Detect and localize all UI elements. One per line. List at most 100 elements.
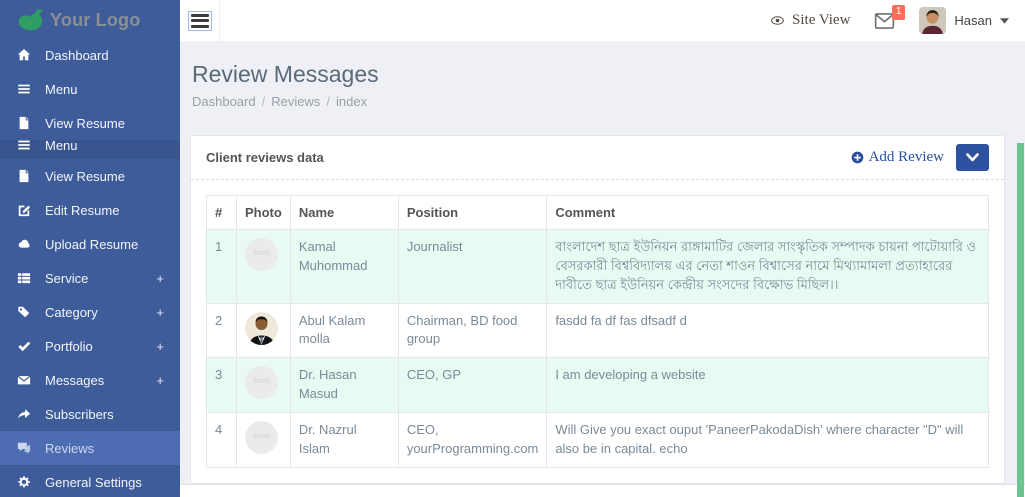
comments-icon <box>16 440 32 456</box>
breadcrumb: Dashboard/Reviews/index <box>192 94 1005 109</box>
sidebar-item-messages[interactable]: Messages+ <box>0 363 180 397</box>
sidebar-item-label: Edit Resume <box>45 203 180 218</box>
main-content: Review Messages Dashboard/Reviews/index … <box>180 41 1025 484</box>
cell-position: Journalist <box>398 230 546 304</box>
bars-icon <box>16 140 32 153</box>
breadcrumb-dashboard[interactable]: Dashboard <box>192 94 256 109</box>
breadcrumb-index: index <box>336 94 367 109</box>
column-header-photo: Photo <box>237 196 291 230</box>
sidebar-item-menu[interactable]: Menu <box>0 72 180 106</box>
rabbit-logo-icon <box>14 8 44 34</box>
sidebar: Your Logo Dashboard Menu View Resume Menu Vi… <box>0 0 180 497</box>
vertical-scrollbar[interactable] <box>1017 143 1024 497</box>
cell-name: Dr. Hasan Masud <box>290 358 398 413</box>
sidebar-item-label: View Resume <box>45 169 180 184</box>
sidebar-item-label: Messages <box>45 373 156 388</box>
cell-comment: বাংলাদেশ ছাত্র ইউনিয়ন রাঙ্গামাটির জেলার… <box>547 230 989 304</box>
messages-button[interactable]: 1 <box>874 13 895 29</box>
expand-plus-icon: + <box>156 305 164 320</box>
bars-icon <box>16 81 32 97</box>
table-row: 2 Abul Kalam mollaChairman, BD food group… <box>207 303 989 358</box>
cell-photo: 30x30 <box>237 358 291 413</box>
sidebar-item-view-resume[interactable]: View Resume <box>0 106 180 140</box>
eye-icon <box>769 14 786 27</box>
sidebar-item-label: Reviews <box>45 441 180 456</box>
cell-position: CEO, GP <box>398 358 546 413</box>
expand-plus-icon: + <box>156 339 164 354</box>
cell-num: 4 <box>207 412 237 467</box>
cloud-icon <box>16 236 32 252</box>
sidebar-item-subscribers[interactable]: Subscribers <box>0 397 180 431</box>
sidebar-item-label: Subscribers <box>45 407 180 422</box>
cell-name: Dr. Nazrul Islam <box>290 412 398 467</box>
cell-name: Abul Kalam molla <box>290 303 398 358</box>
sidebar-toggle-wrap <box>180 0 220 41</box>
cell-num: 1 <box>207 230 237 304</box>
photo-placeholder: 30x30 <box>245 421 278 454</box>
logo-link[interactable]: Your Logo <box>0 0 180 38</box>
sidebar-item-edit-resume[interactable]: Edit Resume <box>0 193 180 227</box>
sidebar-item-label: View Resume <box>45 116 180 131</box>
home-icon <box>16 47 32 63</box>
sidebar-item-portfolio[interactable]: Portfolio+ <box>0 329 180 363</box>
column-header-comment: Comment <box>547 196 989 230</box>
cell-num: 3 <box>207 358 237 413</box>
collapse-button[interactable] <box>956 144 989 171</box>
site-view-link[interactable]: Site View <box>769 12 850 29</box>
cell-num: 2 <box>207 303 237 358</box>
reviews-card: Client reviews data Add Review #PhotoNa <box>190 135 1005 484</box>
card-title: Client reviews data <box>206 150 324 165</box>
sidebar-item-label: Service <box>45 271 156 286</box>
reviews-table: #PhotoNamePositionComment 130x30Kamal Mu… <box>206 195 989 468</box>
user-menu[interactable]: Hasan <box>919 7 1009 34</box>
expand-plus-icon: + <box>156 271 164 286</box>
caret-down-icon <box>1000 17 1009 24</box>
page-title: Review Messages <box>192 61 1005 88</box>
site-view-label: Site View <box>792 12 850 29</box>
cell-position: Chairman, BD food group <box>398 303 546 358</box>
sidebar-item-service[interactable]: Service+ <box>0 261 180 295</box>
file-icon <box>16 115 32 131</box>
add-review-label: Add Review <box>869 149 944 166</box>
check-icon <box>16 338 32 354</box>
file-icon <box>16 168 32 184</box>
column-header-position: Position <box>398 196 546 230</box>
sidebar-item-dashboard[interactable]: Dashboard <box>0 38 180 72</box>
card-body: #PhotoNamePositionComment 130x30Kamal Mu… <box>191 180 1004 483</box>
table-body: 130x30Kamal MuhommadJournalistবাংলাদেশ ছ… <box>207 230 989 468</box>
sidebar-item-label: Dashboard <box>45 48 180 63</box>
sidebar-item-upload-resume[interactable]: Upload Resume <box>0 227 180 261</box>
cell-comment: Will Give you exact ouput 'PaneerPakodaD… <box>547 412 989 467</box>
share-icon <box>16 406 32 422</box>
sidebar-item-category[interactable]: Category+ <box>0 295 180 329</box>
sidebar-nav: Dashboard Menu View Resume Menu View Resume E… <box>0 38 180 497</box>
sidebar-item-label: Upload Resume <box>45 237 180 252</box>
table-row: 130x30Kamal MuhommadJournalistবাংলাদেশ ছ… <box>207 230 989 304</box>
sidebar-item-reviews[interactable]: Reviews <box>0 431 180 465</box>
sidebar-item-label: Menu <box>45 82 180 97</box>
breadcrumb-reviews[interactable]: Reviews <box>271 94 320 109</box>
sidebar-item-view-resume[interactable]: View Resume <box>0 159 180 193</box>
sidebar-toggle-button[interactable] <box>189 12 211 30</box>
cell-photo: 30x30 <box>237 412 291 467</box>
sidebar-item-menu[interactable]: Menu <box>0 140 180 159</box>
sidebar-item-label: Category <box>45 305 156 320</box>
edit-icon <box>16 202 32 218</box>
sidebar-item-general-settings[interactable]: General Settings <box>0 465 180 497</box>
logo-text: Your Logo <box>50 10 140 31</box>
column-header-name: Name <box>290 196 398 230</box>
envelope-icon <box>16 372 32 388</box>
right-pane: Site View 1 Hasan <box>180 0 1025 497</box>
cell-photo <box>237 303 291 358</box>
table-header-row: #PhotoNamePositionComment <box>207 196 989 230</box>
chevron-down-icon <box>966 153 979 162</box>
card-tools: Add Review <box>851 144 989 171</box>
table-row: 330x30Dr. Hasan MasudCEO, GPI am develop… <box>207 358 989 413</box>
column-header-num: # <box>207 196 237 230</box>
add-review-button[interactable]: Add Review <box>851 149 944 166</box>
client-photo <box>245 312 278 345</box>
cell-comment: fasdd fa df fas dfsadf d <box>547 303 989 358</box>
footer: 2017 © localhost. By yourProgramming <box>180 484 1025 497</box>
cell-name: Kamal Muhommad <box>290 230 398 304</box>
sidebar-item-label: Menu <box>45 140 180 153</box>
